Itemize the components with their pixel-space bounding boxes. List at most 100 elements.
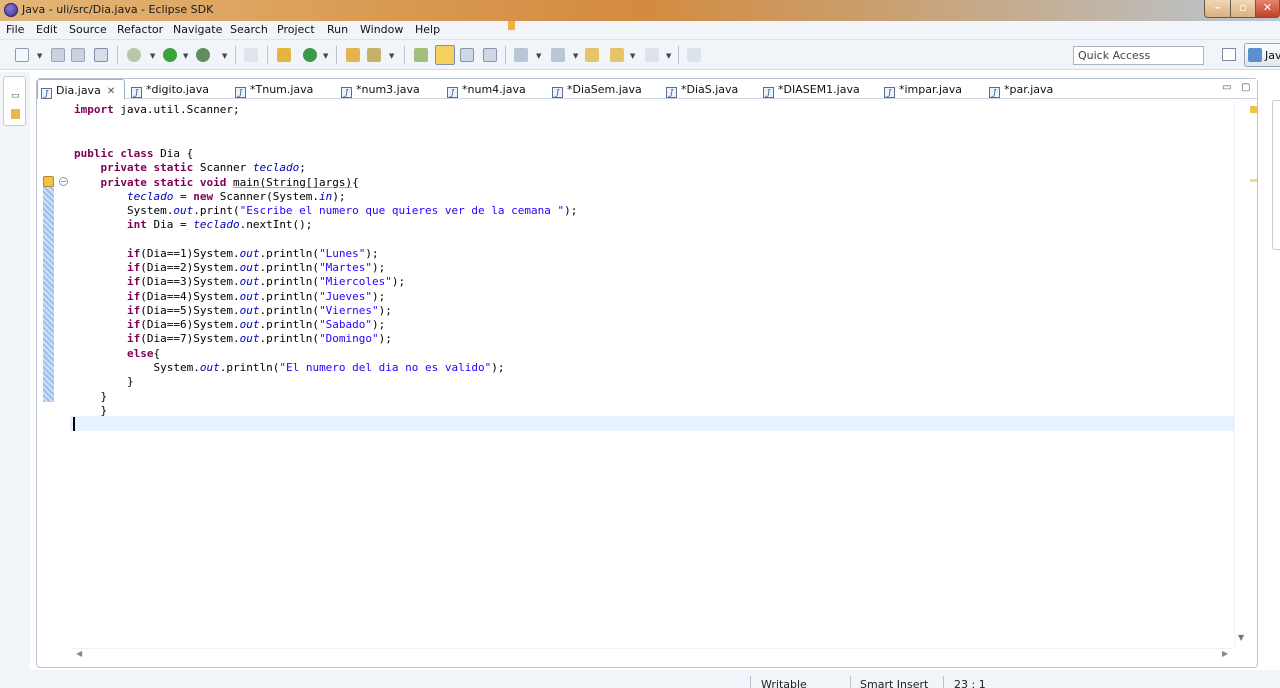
minimize-button[interactable]: –	[1204, 0, 1231, 18]
debug-icon[interactable]	[127, 48, 141, 62]
search-icon[interactable]	[367, 48, 381, 62]
tab-label: *digito.java	[146, 83, 209, 96]
external-tools-dropdown-icon[interactable]: ▼	[222, 52, 227, 60]
next-annotation-icon[interactable]	[514, 48, 528, 62]
show-paragraph-icon[interactable]	[483, 48, 497, 62]
tab-digito-java[interactable]: J *digito.java	[131, 79, 209, 99]
tab-num4-java[interactable]: J *num4.java	[447, 79, 526, 99]
print-icon[interactable]	[94, 48, 108, 62]
previous-annotation-dropdown-icon[interactable]: ▼	[573, 52, 578, 60]
toolbar-separator	[267, 46, 268, 64]
scroll-left-arrow-icon[interactable]: ◀	[76, 649, 82, 658]
editor-tab-bar: J Dia.java ✕ J *digito.java J *Tnum.java J *n…	[37, 79, 1257, 99]
current-line-highlight	[70, 416, 1234, 431]
close-tab-icon[interactable]: ✕	[107, 86, 115, 97]
tab-label: *par.java	[1004, 83, 1054, 96]
tab-par-java[interactable]: J *par.java	[989, 79, 1053, 99]
tab-label: *DIASEM1.java	[778, 83, 860, 96]
menu-search[interactable]: Search	[230, 23, 268, 36]
overview-ruler[interactable]	[1234, 101, 1257, 647]
scroll-right-arrow-icon[interactable]: ▶	[1222, 649, 1228, 658]
back-dropdown-icon[interactable]: ▼	[630, 52, 635, 60]
new-dropdown-icon[interactable]: ▼	[37, 52, 42, 60]
menu-project[interactable]: Project	[277, 23, 315, 36]
tab-label: *Tnum.java	[250, 83, 314, 96]
close-button[interactable]: ✕	[1255, 0, 1280, 18]
run-icon[interactable]	[163, 48, 177, 62]
pin-editor-icon[interactable]	[687, 48, 701, 62]
tab-label: *impar.java	[899, 83, 963, 96]
new-java-project-icon[interactable]	[277, 48, 291, 62]
quick-access-input[interactable]: Quick Access	[1073, 46, 1204, 65]
menu-refactor[interactable]: Refactor	[117, 23, 163, 36]
warning-icon[interactable]	[43, 176, 54, 187]
tab-impar-java[interactable]: J *impar.java	[884, 79, 962, 99]
toolbar-separator	[336, 46, 337, 64]
new-icon[interactable]	[15, 48, 29, 62]
menu-window[interactable]: Window	[360, 23, 403, 36]
java-file-icon: J	[552, 87, 563, 98]
code-line-9: int Dia = teclado.nextInt();	[126, 218, 313, 231]
menu-help[interactable]: Help	[415, 23, 440, 36]
forward-dropdown-icon[interactable]: ▼	[666, 52, 671, 60]
status-separator	[750, 676, 751, 688]
code-line-19: System.out.println("El numero del dia no…	[153, 361, 505, 374]
minimized-views-stack: ▭	[3, 76, 26, 126]
toggle-breadcrumb-icon[interactable]	[244, 48, 258, 62]
restore-icon[interactable]: ▭	[11, 91, 20, 101]
code-line-8: System.out.print("Escribe el numero que …	[126, 204, 578, 217]
back-icon[interactable]	[610, 48, 624, 62]
code-line-11: if(Dia==1)System.out.println("Lunes");	[126, 247, 379, 260]
warning-overview-marker[interactable]	[1250, 106, 1257, 113]
new-class-icon[interactable]	[303, 48, 317, 62]
tab-diasem-java[interactable]: J *DiaSem.java	[552, 79, 642, 99]
horizontal-scrollbar[interactable]: ◀ ▶	[70, 648, 1234, 662]
toolbar-separator	[404, 46, 405, 64]
java-file-icon: J	[666, 87, 677, 98]
perspective-label: Java	[1265, 49, 1280, 62]
run-dropdown-icon[interactable]: ▼	[183, 52, 188, 60]
open-type-icon[interactable]	[346, 48, 360, 62]
mark-occurrences-icon[interactable]	[414, 48, 428, 62]
package-explorer-icon[interactable]	[11, 109, 20, 119]
new-class-dropdown-icon[interactable]: ▼	[323, 52, 328, 60]
forward-icon[interactable]	[645, 48, 659, 62]
minimize-icon: –	[1214, 1, 1221, 14]
tab-dia-java[interactable]: J Dia.java ✕	[37, 79, 125, 99]
block-selection-icon[interactable]	[435, 45, 455, 65]
scroll-down-arrow-icon[interactable]: ▼	[1238, 633, 1244, 642]
toolbar-separator	[678, 46, 679, 64]
tab-num3-java[interactable]: J *num3.java	[341, 79, 420, 99]
java-file-icon: J	[235, 87, 246, 98]
insert-mode-status: Smart Insert	[860, 678, 929, 688]
external-tools-icon[interactable]	[196, 48, 210, 62]
menu-run[interactable]: Run	[327, 23, 348, 36]
tab-diasem1-java[interactable]: J *DIASEM1.java	[763, 79, 860, 99]
save-icon[interactable]	[51, 48, 65, 62]
save-all-icon[interactable]	[71, 48, 85, 62]
debug-dropdown-icon[interactable]: ▼	[150, 52, 155, 60]
collapse-icon[interactable]: −	[59, 177, 68, 186]
close-icon: ✕	[1262, 1, 1273, 14]
occurrence-overview-marker[interactable]	[1250, 179, 1257, 182]
last-edit-icon[interactable]	[585, 48, 599, 62]
maximize-button[interactable]: ▫	[1230, 0, 1256, 18]
menu-edit[interactable]: Edit	[36, 23, 57, 36]
title-bar: Java - uli/src/Dia.java - Eclipse SDK – …	[0, 0, 1280, 21]
tab-tnum-java[interactable]: J *Tnum.java	[235, 79, 313, 99]
search-dropdown-icon[interactable]: ▼	[389, 52, 394, 60]
maximize-editor-icon[interactable]: ▢	[1241, 82, 1250, 93]
tab-dias-java[interactable]: J *DiaS.java	[666, 79, 738, 99]
previous-annotation-icon[interactable]	[551, 48, 565, 62]
minimize-editor-icon[interactable]: ▭	[1222, 82, 1231, 93]
code-line-17: if(Dia==7)System.out.println("Domingo");	[126, 332, 392, 345]
next-annotation-dropdown-icon[interactable]: ▼	[536, 52, 541, 60]
menu-file[interactable]: File	[6, 23, 24, 36]
menu-navigate[interactable]: Navigate	[173, 23, 222, 36]
show-whitespace-icon[interactable]	[460, 48, 474, 62]
code-line-12: if(Dia==2)System.out.println("Martes");	[126, 261, 386, 274]
java-perspective-button[interactable]: Java	[1244, 43, 1280, 67]
code-line-18: else{	[126, 347, 161, 360]
menu-source[interactable]: Source	[69, 23, 107, 36]
open-perspective-icon[interactable]	[1222, 48, 1236, 61]
